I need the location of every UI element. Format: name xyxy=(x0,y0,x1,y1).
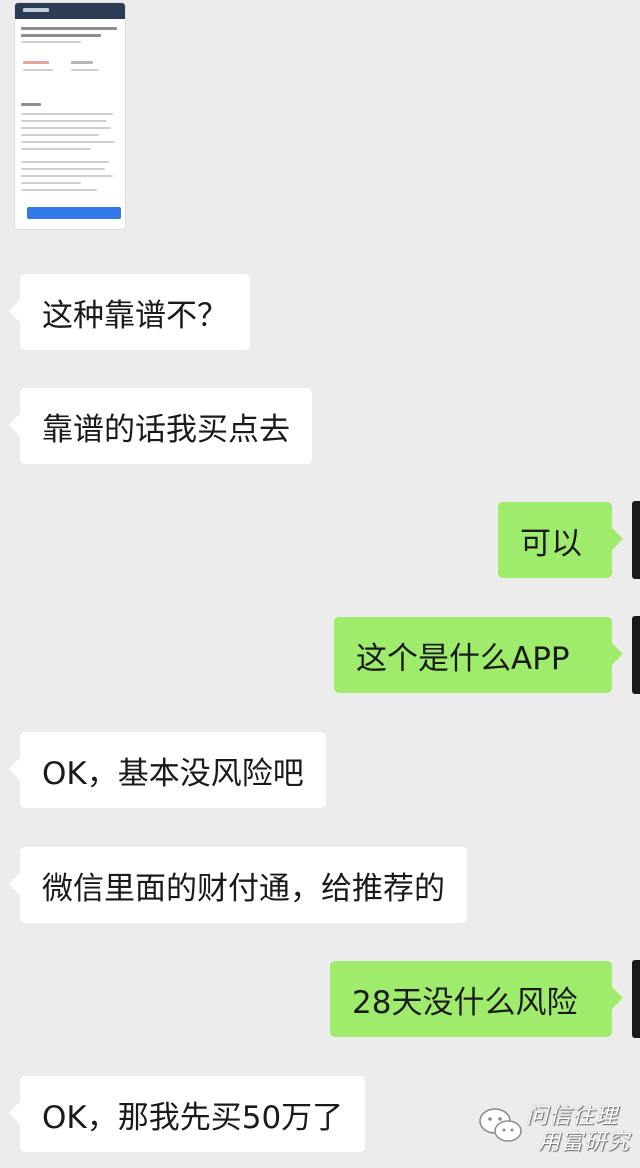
own-avatar[interactable] xyxy=(632,960,640,1038)
incoming-message[interactable]: OK，基本没风险吧 xyxy=(9,732,326,808)
own-avatar[interactable] xyxy=(632,616,640,694)
own-avatar[interactable] xyxy=(632,501,640,579)
shared-screenshot-thumbnail[interactable] xyxy=(14,2,126,230)
thumbnail-confirm-button xyxy=(27,207,121,219)
watermark: 问信往理 用富研究 xyxy=(478,1092,638,1155)
outgoing-message[interactable]: 可以 xyxy=(498,502,623,578)
incoming-message[interactable]: OK，那我先买50万了 xyxy=(8,1076,366,1152)
incoming-message[interactable]: 靠谱的话我买点去 xyxy=(9,388,312,464)
wechat-logo-icon xyxy=(479,1108,522,1142)
incoming-message[interactable]: 微信里面的财付通，给推荐的 xyxy=(9,847,467,923)
outgoing-message[interactable]: 28天没什么风险 xyxy=(330,961,623,1037)
incoming-message[interactable]: 这种靠谱不？ xyxy=(9,274,250,350)
chat-view: 这种靠谱不？ 靠谱的话我买点去 可以 这个是什么APP OK，基本没风险吧 微信… xyxy=(0,0,640,1168)
watermark-line2: 用富研究 xyxy=(538,1130,631,1155)
outgoing-message[interactable]: 这个是什么APP xyxy=(334,617,623,693)
